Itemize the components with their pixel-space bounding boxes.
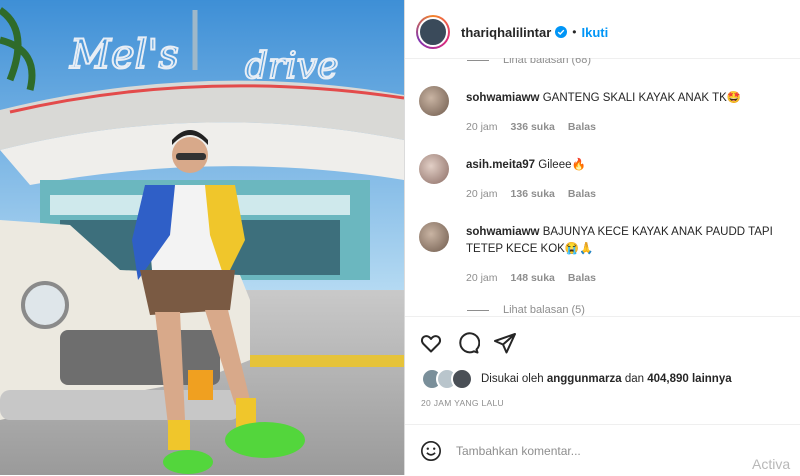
reply-button[interactable]: Balas: [568, 121, 596, 133]
comment-body: asih.meita97 Gileee🔥: [466, 157, 795, 174]
comment-time: 20 jam: [466, 121, 498, 133]
commenter-avatar[interactable]: [419, 86, 449, 116]
post-photo[interactable]: Mel's drive: [0, 0, 404, 475]
reply-button[interactable]: Balas: [568, 272, 596, 284]
comment-icon[interactable]: [456, 331, 480, 355]
comment-meta: 20 jam 136 suka Balas: [466, 188, 596, 200]
commenter-username[interactable]: asih.meita97: [466, 159, 535, 171]
comment-body: sohwamiaww GANTENG SKALI KAYAK ANAK TK🤩: [466, 90, 795, 107]
post-timestamp[interactable]: 20 JAM YANG LALU: [421, 398, 504, 408]
commenter-username[interactable]: sohwamiaww: [466, 92, 540, 104]
verified-icon: [555, 26, 568, 38]
follow-button[interactable]: Ikuti: [582, 25, 609, 40]
reply-button[interactable]: Balas: [568, 188, 596, 200]
comments-list[interactable]: Lihat balasan (68) sohwamiaww GANTENG SK…: [405, 58, 800, 316]
share-icon[interactable]: [493, 331, 517, 355]
author-username[interactable]: thariqhalilintar: [461, 25, 551, 40]
comment-time: 20 jam: [466, 272, 498, 284]
likes-prefix: Disukai oleh: [481, 373, 544, 385]
emoji-icon[interactable]: [420, 440, 442, 462]
post-header: thariqhalilintar • Ikuti: [405, 6, 800, 59]
commenter-avatar[interactable]: [419, 222, 449, 252]
comment-likes[interactable]: 336 suka: [511, 121, 555, 133]
comment-body: sohwamiaww BAJUNYA KECE KAYAK ANAK PAUDD…: [466, 224, 795, 258]
view-replies-link[interactable]: Lihat balasan (5): [467, 304, 585, 316]
header-separator: •: [572, 25, 577, 39]
activate-windows-watermark: Activa: [752, 456, 791, 472]
comment-likes[interactable]: 136 suka: [511, 188, 555, 200]
view-replies-link[interactable]: Lihat balasan (68): [467, 58, 591, 66]
likes-others[interactable]: 404,890 lainnya: [647, 373, 731, 385]
liker-username[interactable]: anggunmarza: [547, 373, 622, 385]
likes-summary: Disukai oleh anggunmarza dan 404,890 lai…: [421, 368, 732, 390]
photo-illustration: Mel's drive: [0, 0, 404, 475]
post-side-panel: thariqhalilintar • Ikuti Lihat balasan (…: [404, 0, 800, 475]
comment-text: Gileee🔥: [538, 159, 586, 171]
post-actions: [405, 316, 800, 367]
commenter-avatar[interactable]: [419, 154, 449, 184]
liker-avatar: [451, 368, 473, 390]
comment-time: 20 jam: [466, 188, 498, 200]
comment-text: GANTENG SKALI KAYAK ANAK TK🤩: [542, 92, 742, 104]
commenter-username[interactable]: sohwamiaww: [466, 226, 540, 238]
comment-meta: 20 jam 148 suka Balas: [466, 272, 596, 284]
comment-meta: 20 jam 336 suka Balas: [466, 121, 596, 133]
heart-icon[interactable]: [419, 331, 443, 355]
svg-text:Mel's: Mel's: [69, 32, 179, 78]
add-comment-input[interactable]: Tambahkan komentar...: [456, 444, 581, 458]
comment-likes[interactable]: 148 suka: [511, 272, 555, 284]
add-comment-bar: Tambahkan komentar...: [405, 424, 800, 476]
author-avatar[interactable]: [416, 15, 450, 49]
likes-conj: dan: [624, 373, 645, 385]
